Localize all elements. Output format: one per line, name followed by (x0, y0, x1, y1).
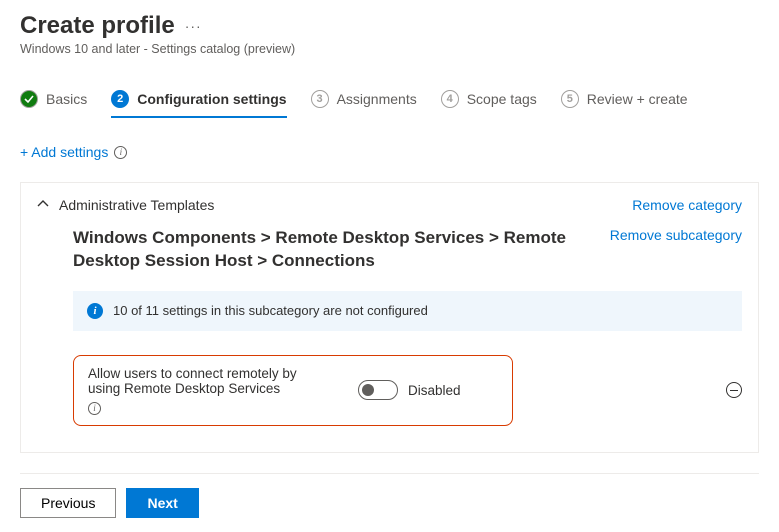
category-card: Administrative Templates Remove category… (20, 182, 759, 453)
tab-basics[interactable]: Basics (20, 90, 87, 118)
more-icon[interactable]: ··· (185, 18, 202, 34)
step-number-icon: 2 (111, 90, 129, 108)
previous-button[interactable]: Previous (20, 488, 116, 518)
add-settings-link[interactable]: + Add settings i (20, 144, 759, 160)
add-settings-label: + Add settings (20, 144, 108, 160)
info-banner: i 10 of 11 settings in this subcategory … (73, 291, 742, 331)
wizard-footer: Previous Next (20, 473, 759, 518)
tab-scope-tags[interactable]: 4 Scope tags (441, 90, 537, 118)
info-banner-text: 10 of 11 settings in this subcategory ar… (113, 303, 428, 318)
tab-assignments[interactable]: 3 Assignments (311, 90, 417, 118)
info-icon: i (87, 303, 103, 319)
step-number-icon: 5 (561, 90, 579, 108)
tab-label: Assignments (337, 91, 417, 107)
step-number-icon: 3 (311, 90, 329, 108)
setting-row: Allow users to connect remotely by using… (73, 355, 742, 426)
tab-review-create[interactable]: 5 Review + create (561, 90, 688, 118)
tab-label: Review + create (587, 91, 688, 107)
info-icon[interactable]: i (88, 402, 101, 415)
category-title: Administrative Templates (59, 197, 214, 213)
page-subtitle: Windows 10 and later - Settings catalog … (20, 42, 759, 56)
toggle-state-label: Disabled (408, 383, 461, 398)
tab-label: Configuration settings (137, 91, 286, 107)
wizard-tabs: Basics 2 Configuration settings 3 Assign… (20, 90, 759, 118)
tab-label: Scope tags (467, 91, 537, 107)
setting-label: Allow users to connect remotely by using… (88, 366, 318, 415)
chevron-up-icon[interactable] (37, 199, 49, 211)
remove-setting-icon[interactable] (726, 382, 742, 398)
info-icon[interactable]: i (114, 146, 127, 159)
next-button[interactable]: Next (126, 488, 198, 518)
page-title: Create profile (20, 12, 175, 40)
toggle-knob-icon (362, 384, 374, 396)
setting-toggle[interactable] (358, 380, 398, 400)
step-number-icon: 4 (441, 90, 459, 108)
tab-label: Basics (46, 91, 87, 107)
check-icon (20, 90, 38, 108)
subcategory-breadcrumb: Windows Components > Remote Desktop Serv… (73, 227, 573, 273)
setting-highlight: Allow users to connect remotely by using… (73, 355, 513, 426)
remove-subcategory-link[interactable]: Remove subcategory (610, 227, 742, 243)
tab-configuration-settings[interactable]: 2 Configuration settings (111, 90, 286, 118)
remove-category-link[interactable]: Remove category (632, 197, 742, 213)
